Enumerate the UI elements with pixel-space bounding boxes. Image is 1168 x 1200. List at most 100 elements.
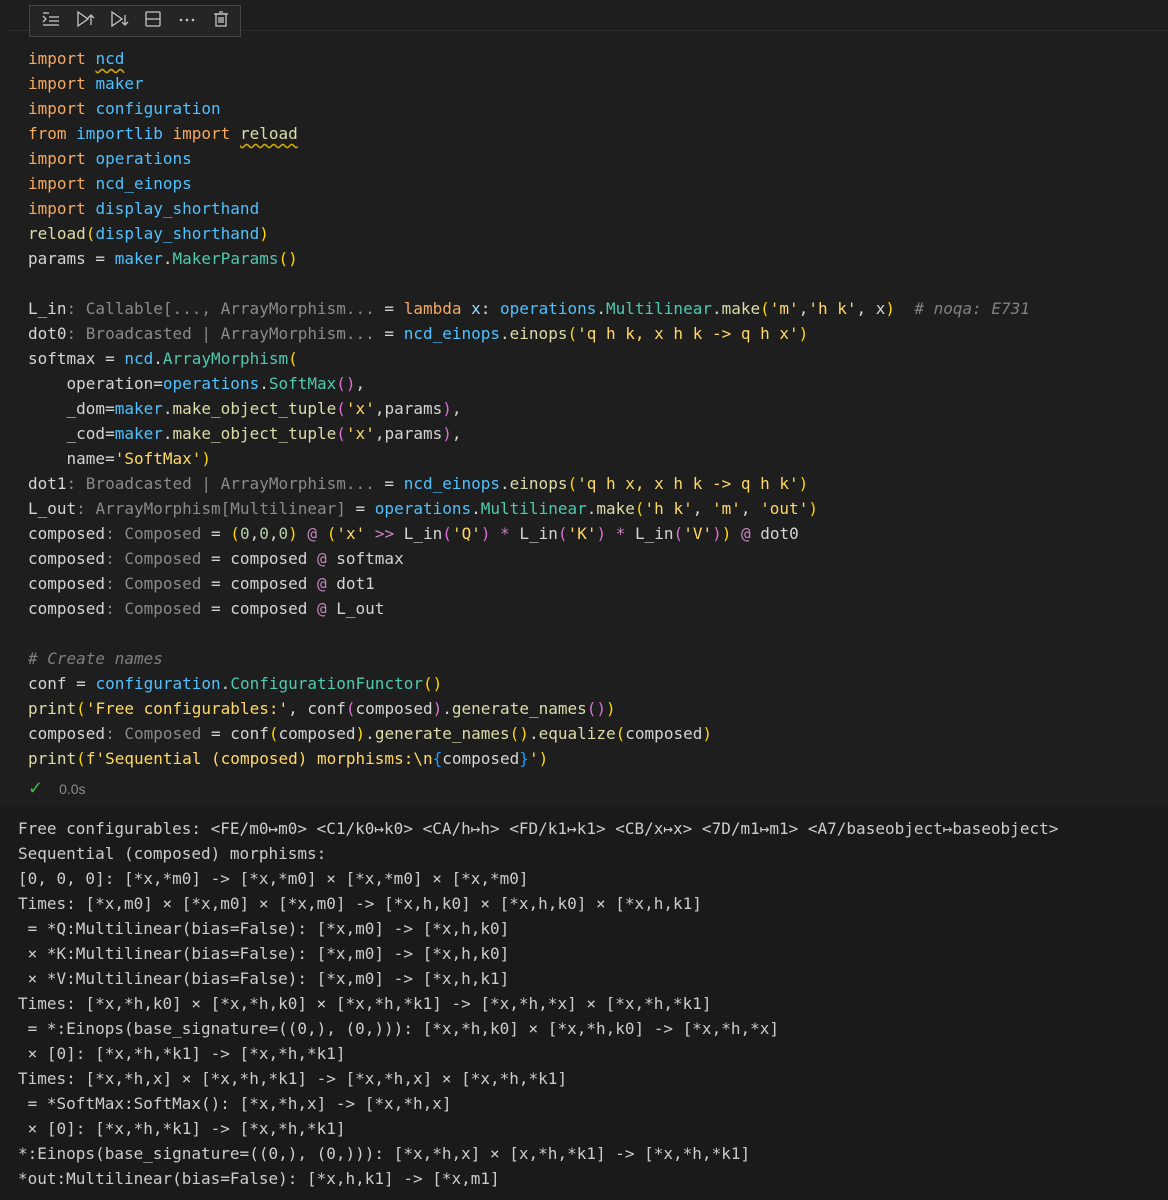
code-line[interactable]: import operations [28, 146, 1030, 171]
code-line[interactable] [28, 621, 1030, 646]
output-text: Free configurables: <FE/m0↦m0> <C1/k0↦k0… [18, 816, 1058, 1191]
run-by-line-button[interactable] [36, 8, 66, 34]
code-token: , [451, 424, 462, 443]
code-line[interactable]: import ncd [28, 46, 1030, 71]
code-token: ncd_einops [403, 474, 501, 493]
code-line[interactable]: L_in: Callable[..., ArrayMorphism... = l… [28, 296, 1030, 321]
execute-below-button[interactable] [104, 8, 134, 34]
code-line[interactable]: print(f'Sequential (composed) morphisms:… [28, 746, 1030, 771]
success-check-icon: ✓ [28, 778, 44, 798]
code-token: einops [509, 324, 568, 343]
delete-cell-button[interactable] [206, 8, 236, 34]
code-line[interactable]: operation=operations.SoftMax(), [28, 371, 1030, 396]
code-line[interactable]: dot0: Broadcasted | ArrayMorphism... = n… [28, 321, 1030, 346]
code-token: . [500, 324, 510, 343]
code-line[interactable]: import maker [28, 71, 1030, 96]
code-token: operations [500, 299, 597, 318]
code-token: conf [28, 674, 67, 693]
split-cell-button[interactable] [138, 8, 168, 34]
code-token: einops [509, 474, 568, 493]
code-token: display_shorthand [95, 199, 260, 218]
code-token: ( [615, 724, 626, 743]
code-token: operation [28, 374, 154, 393]
code-line[interactable]: print('Free configurables:', conf(compos… [28, 696, 1030, 721]
code-line[interactable]: _cod=maker.make_object_tuple('x',params)… [28, 421, 1030, 446]
code-token: . [442, 699, 452, 718]
execute-below-icon [109, 9, 129, 33]
code-token: () [586, 699, 607, 718]
code-token: ) [798, 324, 809, 343]
code-token: ) [798, 474, 809, 493]
code-line[interactable]: composed: Composed = composed @ dot1 [28, 571, 1030, 596]
code-line[interactable]: _dom=maker.make_object_tuple('x',params)… [28, 396, 1030, 421]
code-token: L_out [28, 499, 77, 518]
code-token: 'x' [336, 524, 366, 543]
split-cell-icon [143, 9, 163, 33]
code-line[interactable]: import ncd_einops [28, 171, 1030, 196]
code-token: SoftMax [268, 374, 337, 393]
code-token: L_in [635, 524, 674, 543]
output-line: Times: [*x,m0] × [*x,m0] × [*x,m0] -> [*… [18, 894, 702, 913]
code-line[interactable]: import configuration [28, 96, 1030, 121]
code-line[interactable]: composed: Composed = (0,0,0) @ ('x' >> L… [28, 521, 1030, 546]
code-token: , [692, 499, 712, 518]
code-token: = [105, 449, 115, 468]
code-line[interactable]: composed: Composed = composed @ L_out [28, 596, 1030, 621]
code-token: 'h k' [808, 299, 857, 318]
code-line[interactable]: dot1: Broadcasted | ArrayMorphism... = n… [28, 471, 1030, 496]
code-line[interactable]: from importlib import reload [28, 121, 1030, 146]
code-token: : Broadcasted | ArrayMorphism... [66, 474, 375, 493]
code-line[interactable]: conf = configuration.ConfigurationFuncto… [28, 671, 1030, 696]
code-editor[interactable]: import ncd import maker import configurati… [28, 46, 1030, 771]
code-token: ) [596, 524, 607, 543]
code-line[interactable]: reload(display_shorthand) [28, 221, 1030, 246]
code-token: ( [760, 299, 770, 318]
code-token: ) [201, 449, 212, 468]
code-token: maker [114, 424, 163, 443]
code-token: . [471, 499, 481, 518]
code-token: equalize [538, 724, 616, 743]
code-token: ( [442, 524, 452, 543]
code-line[interactable]: params = maker.MakerParams() [28, 246, 1030, 271]
code-line[interactable]: softmax = ncd.ArrayMorphism( [28, 346, 1030, 371]
code-token: maker [114, 399, 163, 418]
code-token: = [374, 299, 404, 318]
code-token: : Composed [105, 574, 202, 593]
code-token: # noqa: E731 [895, 299, 1030, 318]
code-token: conf [307, 699, 346, 718]
code-token: composed [442, 749, 520, 768]
code-token: : Composed [105, 524, 202, 543]
code-line[interactable]: composed: Composed = conf(composed).gene… [28, 721, 1030, 746]
code-token: . [586, 499, 597, 518]
code-token: ) [885, 299, 896, 318]
code-token: = [153, 374, 163, 393]
code-token: : Broadcasted | ArrayMorphism... [66, 324, 375, 343]
code-token: . [365, 724, 375, 743]
code-token: composed [230, 574, 308, 593]
code-token: @ [731, 524, 761, 543]
code-line[interactable]: # Create names [28, 646, 1030, 671]
execute-above-button[interactable] [70, 8, 100, 34]
code-token: = [95, 349, 125, 368]
code-token: . [528, 724, 539, 743]
code-line[interactable]: composed: Composed = composed @ softmax [28, 546, 1030, 571]
code-token: ( [76, 699, 86, 718]
output-line: × [0]: [*x,*h,*k1] -> [*x,*h,*k1] [18, 1044, 346, 1063]
more-actions-icon [177, 9, 197, 33]
code-line[interactable]: name='SoftMax') [28, 446, 1030, 471]
code-token: ( [230, 524, 240, 543]
code-token: generate_names [451, 699, 587, 718]
code-line[interactable] [28, 271, 1030, 296]
more-actions-button[interactable] [172, 8, 202, 34]
code-token: = [201, 599, 231, 618]
code-line[interactable]: import display_shorthand [28, 196, 1030, 221]
output-line: = *:Einops(base_signature=((0,), (0,))):… [18, 1019, 779, 1038]
code-token: @ [307, 574, 337, 593]
code-line[interactable]: L_out: ArrayMorphism[Multilinear] = oper… [28, 496, 1030, 521]
code-token: configuration [95, 99, 221, 118]
cell-output: Free configurables: <FE/m0↦m0> <C1/k0↦k0… [0, 806, 1168, 1200]
code-token: ( [567, 474, 578, 493]
code-token: = [201, 524, 231, 543]
code-token: = [374, 474, 404, 493]
code-token: ( [345, 699, 356, 718]
